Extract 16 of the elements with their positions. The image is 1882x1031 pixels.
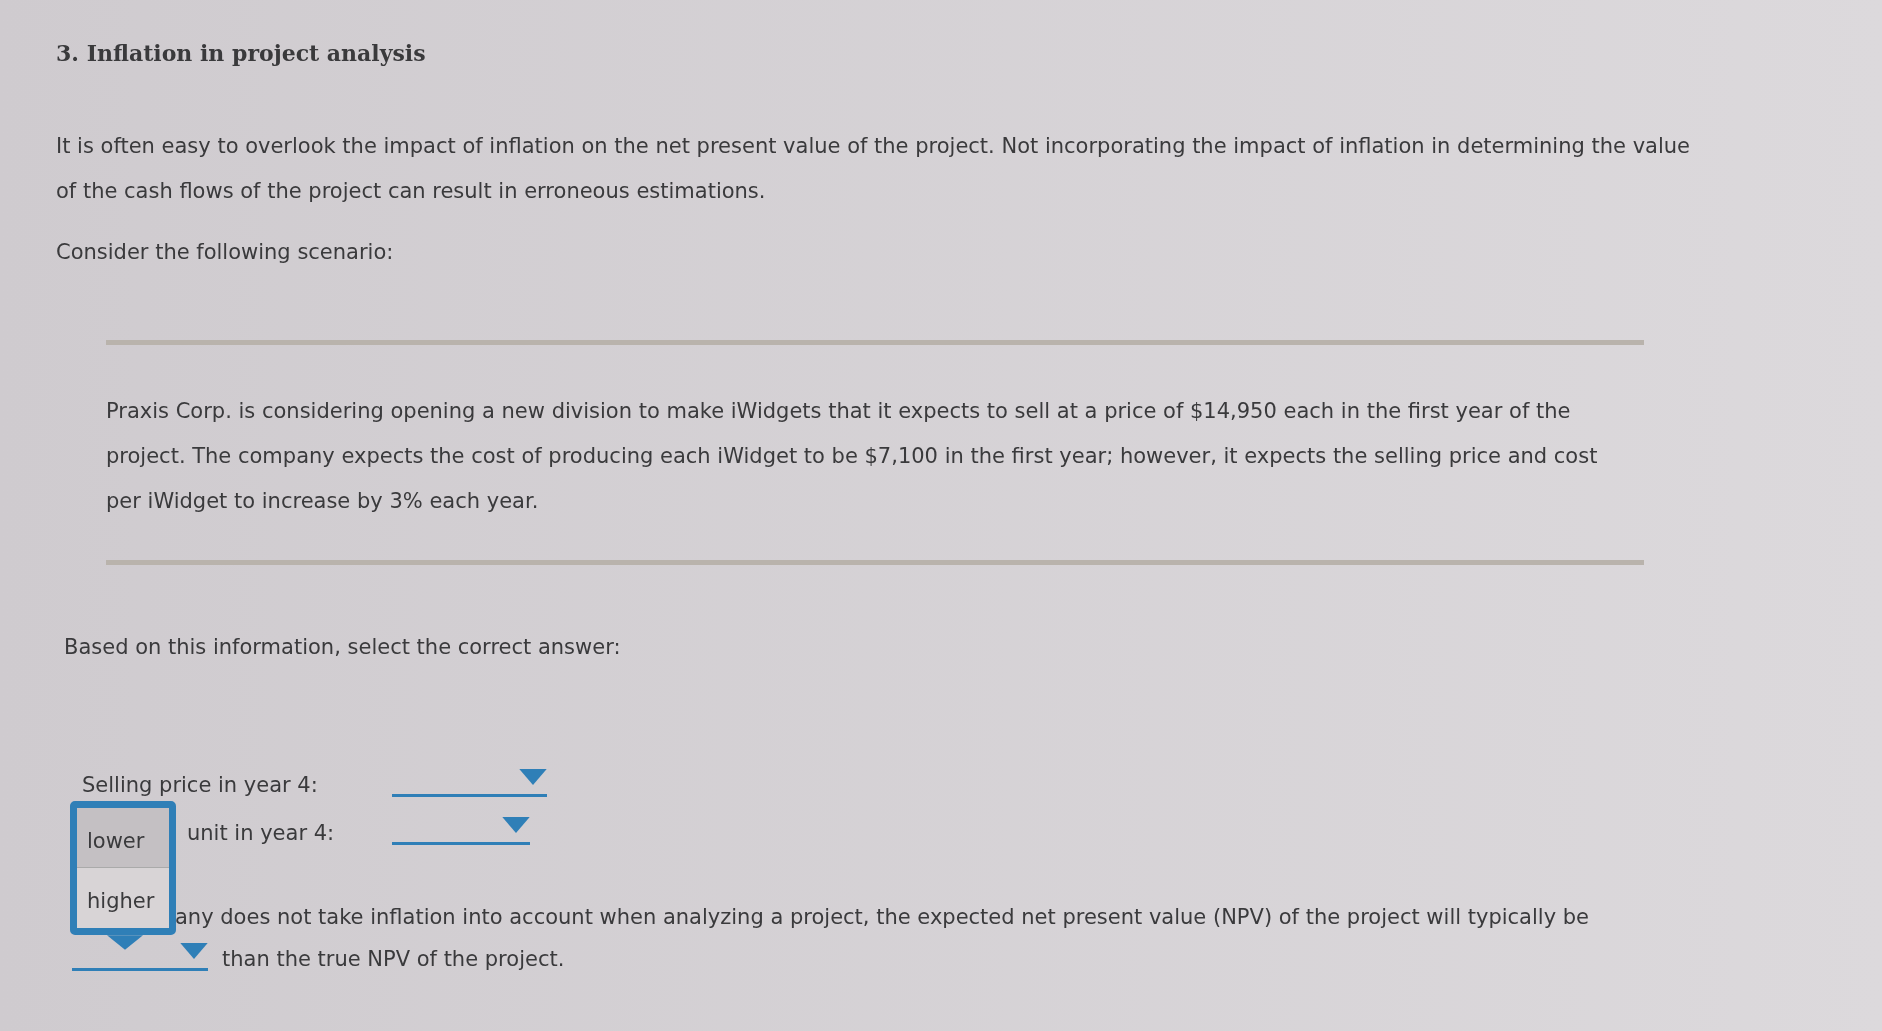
dropdown-arrow-icon: [502, 817, 530, 833]
question-title: 3. Inflation in project analysis: [56, 40, 427, 66]
dropdown-field[interactable]: [392, 815, 530, 845]
scenario-paragraph: Praxis Corp. is considering opening a new division to make iWidgets that it expects to sell at a price of $14,950 each in the first year of the project. The company expects the cost of producing each iWidget to be $7,100 in the first year; however, it expects the selling price and cost per iWidget to increase by 3% each year.: [106, 398, 1599, 515]
dropdown-arrow-icon: [519, 769, 547, 785]
dropdown-option[interactable]: lower: [77, 808, 169, 868]
statement-text: than the true NPV of the project.: [222, 947, 565, 971]
prompt-text: Consider the following scenario:: [56, 240, 395, 264]
dropdown-arrow-icon: [180, 943, 208, 959]
dropdown-option[interactable]: higher: [77, 868, 169, 928]
intro-paragraph: It is often easy to overlook the impact of inflation on the net present value of the project. Not incorporating the impact of inflation in determining the value of the cash flows of the project can result in erroneous estimations.: [56, 133, 1691, 205]
dropdown-field[interactable]: [392, 767, 547, 797]
answer-label: Selling price in year 4:: [82, 773, 319, 797]
instruction-text: Based on this information, select the correct answer:: [64, 635, 622, 659]
statement-text: any does not take inflation into account when analyzing a project, the expected net present value (NPV) of the project will typically be: [175, 905, 1590, 929]
answer-label: unit in year 4:: [187, 821, 336, 845]
